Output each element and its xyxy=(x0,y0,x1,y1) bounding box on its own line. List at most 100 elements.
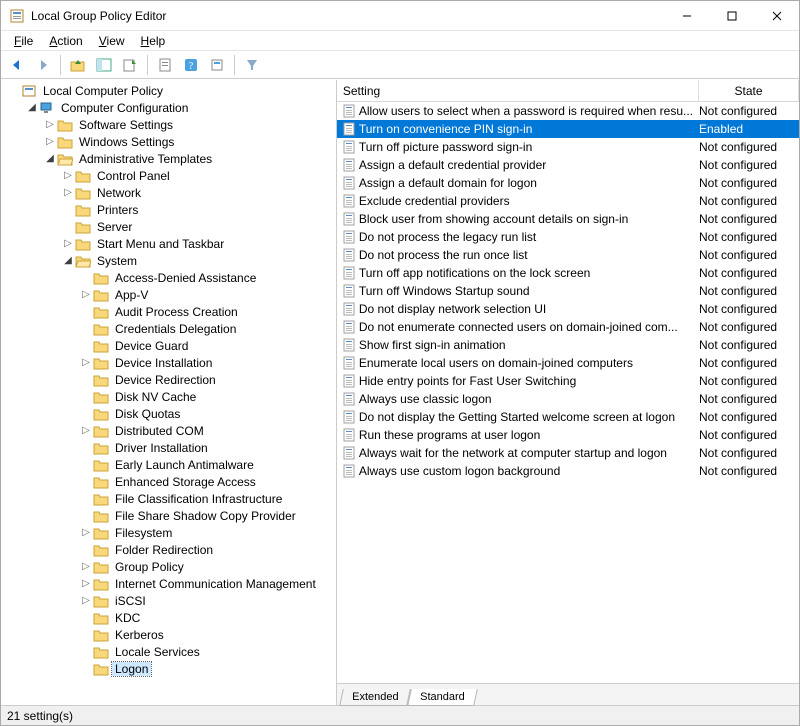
settings-list[interactable]: Allow users to select when a password is… xyxy=(337,102,799,683)
tree-root[interactable]: Local Computer Policy xyxy=(3,82,336,99)
tree-item-label: Device Guard xyxy=(112,339,191,353)
chevron-right-icon[interactable]: ▷ xyxy=(79,357,93,368)
folder-icon xyxy=(93,644,109,660)
tree-software-settings[interactable]: ▷Software Settings xyxy=(3,116,336,133)
tree-windows-settings[interactable]: ▷Windows Settings xyxy=(3,133,336,150)
setting-row[interactable]: Always use classic logonNot configured xyxy=(337,390,799,408)
tree-logon[interactable]: Logon xyxy=(3,660,336,677)
tree-administrative-templates[interactable]: ◢Administrative Templates xyxy=(3,150,336,167)
tree-item-label: File Classification Infrastructure xyxy=(112,492,285,506)
setting-row[interactable]: Assign a default credential providerNot … xyxy=(337,156,799,174)
toolbar-back[interactable] xyxy=(5,54,29,76)
chevron-down-icon[interactable]: ◢ xyxy=(61,255,75,266)
menu-help[interactable]: Help xyxy=(134,33,173,49)
setting-row[interactable]: Do not display the Getting Started welco… xyxy=(337,408,799,426)
setting-row[interactable]: Always wait for the network at computer … xyxy=(337,444,799,462)
chevron-right-icon[interactable]: ▷ xyxy=(61,238,75,249)
setting-row[interactable]: Show first sign-in animationNot configur… xyxy=(337,336,799,354)
toolbar-extra[interactable] xyxy=(205,54,229,76)
setting-row[interactable]: Do not process the legacy run listNot co… xyxy=(337,228,799,246)
minimize-button[interactable] xyxy=(664,1,709,31)
tree-credentials-delegation[interactable]: Credentials Delegation xyxy=(3,320,336,337)
tree-distributed-com[interactable]: ▷Distributed COM xyxy=(3,422,336,439)
maximize-button[interactable] xyxy=(709,1,754,31)
toolbar-help[interactable]: ? xyxy=(179,54,203,76)
setting-row[interactable]: Turn off picture password sign-inNot con… xyxy=(337,138,799,156)
setting-row[interactable]: Hide entry points for Fast User Switchin… xyxy=(337,372,799,390)
tree-early-launch-antimalware[interactable]: Early Launch Antimalware xyxy=(3,456,336,473)
chevron-right-icon[interactable]: ▷ xyxy=(79,595,93,606)
tree-item-label: Group Policy xyxy=(112,560,187,574)
tree-system[interactable]: ◢System xyxy=(3,252,336,269)
tab-extended[interactable]: Extended xyxy=(339,689,411,706)
toolbar-forward[interactable] xyxy=(31,54,55,76)
tree-kdc[interactable]: KDC xyxy=(3,609,336,626)
tab-standard[interactable]: Standard xyxy=(408,689,478,706)
tree-audit-process-creation[interactable]: Audit Process Creation xyxy=(3,303,336,320)
tree-computer-configuration[interactable]: ◢Computer Configuration xyxy=(3,99,336,116)
tree-printers[interactable]: Printers xyxy=(3,201,336,218)
toolbar-show-hide-tree[interactable] xyxy=(92,54,116,76)
tree-file-classification-infrastructure[interactable]: File Classification Infrastructure xyxy=(3,490,336,507)
tree-app-v[interactable]: ▷App-V xyxy=(3,286,336,303)
setting-row[interactable]: Enumerate local users on domain-joined c… xyxy=(337,354,799,372)
chevron-right-icon[interactable]: ▷ xyxy=(79,527,93,538)
tree-device-guard[interactable]: Device Guard xyxy=(3,337,336,354)
setting-row[interactable]: Turn on convenience PIN sign-inEnabled xyxy=(337,120,799,138)
tree-locale-services[interactable]: Locale Services xyxy=(3,643,336,660)
policy-tree[interactable]: Local Computer Policy◢Computer Configura… xyxy=(1,80,336,705)
chevron-down-icon[interactable]: ◢ xyxy=(43,153,57,164)
menu-view[interactable]: View xyxy=(92,33,132,49)
chevron-right-icon[interactable]: ▷ xyxy=(79,561,93,572)
tree-access-denied-assistance[interactable]: Access-Denied Assistance xyxy=(3,269,336,286)
tree-disk-nv-cache[interactable]: Disk NV Cache xyxy=(3,388,336,405)
tree-control-panel[interactable]: ▷Control Panel xyxy=(3,167,336,184)
setting-row[interactable]: Do not display network selection UINot c… xyxy=(337,300,799,318)
tree-device-redirection[interactable]: Device Redirection xyxy=(3,371,336,388)
toolbar-filter[interactable] xyxy=(240,54,264,76)
setting-name: Exclude credential providers xyxy=(359,194,699,208)
chevron-right-icon[interactable]: ▷ xyxy=(79,425,93,436)
tree-file-share-shadow-copy-provider[interactable]: File Share Shadow Copy Provider xyxy=(3,507,336,524)
tree-filesystem[interactable]: ▷Filesystem xyxy=(3,524,336,541)
chevron-right-icon[interactable]: ▷ xyxy=(61,187,75,198)
menu-action[interactable]: Action xyxy=(42,33,89,49)
setting-row[interactable]: Turn off app notifications on the lock s… xyxy=(337,264,799,282)
chevron-right-icon[interactable]: ▷ xyxy=(79,578,93,589)
tree-enhanced-storage-access[interactable]: Enhanced Storage Access xyxy=(3,473,336,490)
policy-setting-icon xyxy=(341,409,357,425)
toolbar-export-list[interactable] xyxy=(118,54,142,76)
chevron-down-icon[interactable]: ◢ xyxy=(25,102,39,113)
tree-internet-communication-management[interactable]: ▷Internet Communication Management xyxy=(3,575,336,592)
toolbar-up-folder[interactable] xyxy=(66,54,90,76)
setting-row[interactable]: Do not process the run once listNot conf… xyxy=(337,246,799,264)
tree-item-label: Logon xyxy=(112,662,151,676)
setting-row[interactable]: Always use custom logon backgroundNot co… xyxy=(337,462,799,480)
close-button[interactable] xyxy=(754,1,799,31)
setting-row[interactable]: Allow users to select when a password is… xyxy=(337,102,799,120)
chevron-right-icon[interactable]: ▷ xyxy=(61,170,75,181)
chevron-right-icon[interactable]: ▷ xyxy=(43,119,57,130)
tree-group-policy[interactable]: ▷ Group Policy xyxy=(3,558,336,575)
tree-disk-quotas[interactable]: Disk Quotas xyxy=(3,405,336,422)
tree-server[interactable]: Server xyxy=(3,218,336,235)
column-state[interactable]: State xyxy=(699,80,799,101)
tree-folder-redirection[interactable]: Folder Redirection xyxy=(3,541,336,558)
tree-driver-installation[interactable]: Driver Installation xyxy=(3,439,336,456)
setting-row[interactable]: Do not enumerate connected users on doma… xyxy=(337,318,799,336)
tree-iscsi[interactable]: ▷iSCSI xyxy=(3,592,336,609)
chevron-right-icon[interactable]: ▷ xyxy=(79,289,93,300)
tree-kerberos[interactable]: Kerberos xyxy=(3,626,336,643)
setting-row[interactable]: Assign a default domain for logonNot con… xyxy=(337,174,799,192)
column-setting[interactable]: Setting xyxy=(337,80,699,101)
tree-start-menu-taskbar[interactable]: ▷Start Menu and Taskbar xyxy=(3,235,336,252)
setting-row[interactable]: Turn off Windows Startup soundNot config… xyxy=(337,282,799,300)
setting-row[interactable]: Block user from showing account details … xyxy=(337,210,799,228)
setting-row[interactable]: Run these programs at user logonNot conf… xyxy=(337,426,799,444)
setting-row[interactable]: Exclude credential providersNot configur… xyxy=(337,192,799,210)
chevron-right-icon[interactable]: ▷ xyxy=(43,136,57,147)
menu-file[interactable]: File xyxy=(7,33,40,49)
tree-device-installation[interactable]: ▷Device Installation xyxy=(3,354,336,371)
toolbar-properties[interactable] xyxy=(153,54,177,76)
tree-network[interactable]: ▷Network xyxy=(3,184,336,201)
